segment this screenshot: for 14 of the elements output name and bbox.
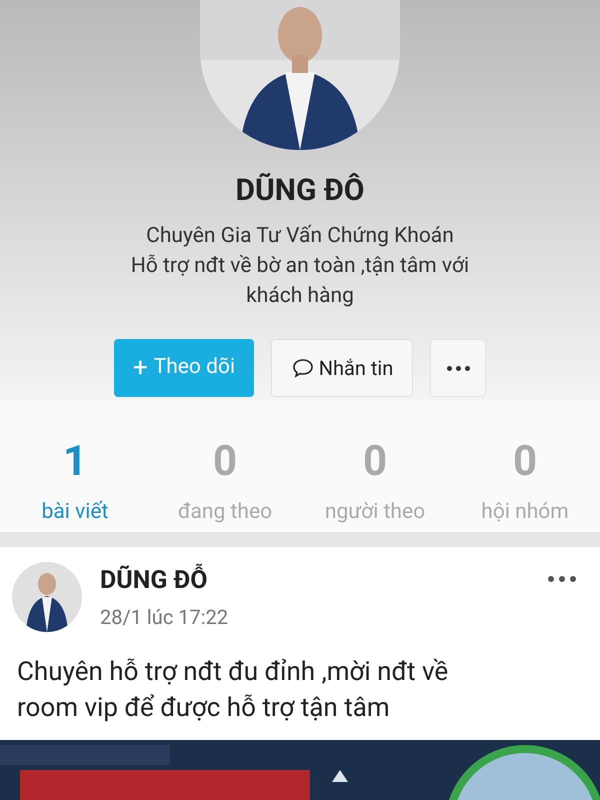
profile-name: DŨNG ĐÔ bbox=[236, 172, 364, 210]
stat-tab[interactable]: 0 người theo bbox=[300, 436, 450, 532]
stat-tab[interactable]: 0 hội nhóm bbox=[450, 436, 600, 532]
bio-text: Hỗ trợ nđt về bờ an toàn ,tận tâm với khách hàng bbox=[130, 253, 470, 310]
more-icon[interactable] bbox=[548, 574, 576, 584]
author-name: DŨNG ĐỖ bbox=[100, 564, 530, 598]
post-time: 28/1 lúc 17:22 bbox=[100, 604, 230, 631]
follow-button[interactable]: + Theo dõi bbox=[114, 339, 254, 397]
message-button[interactable]: Nhắn tin bbox=[271, 339, 413, 397]
stat-tab[interactable]: 1 bài viết bbox=[0, 436, 150, 532]
stat-tab[interactable]: 0 đang theo bbox=[150, 436, 300, 532]
bio-text: Chuyên Gia Tư Vấn Chứng Khoán bbox=[146, 223, 454, 250]
post-text: Chuyên hỗ trợ nđt đu đỉnh ,mời nđt về room vip để được hỗ trợ tận tâm bbox=[16, 656, 450, 725]
chat-bubble-icon bbox=[290, 356, 315, 380]
